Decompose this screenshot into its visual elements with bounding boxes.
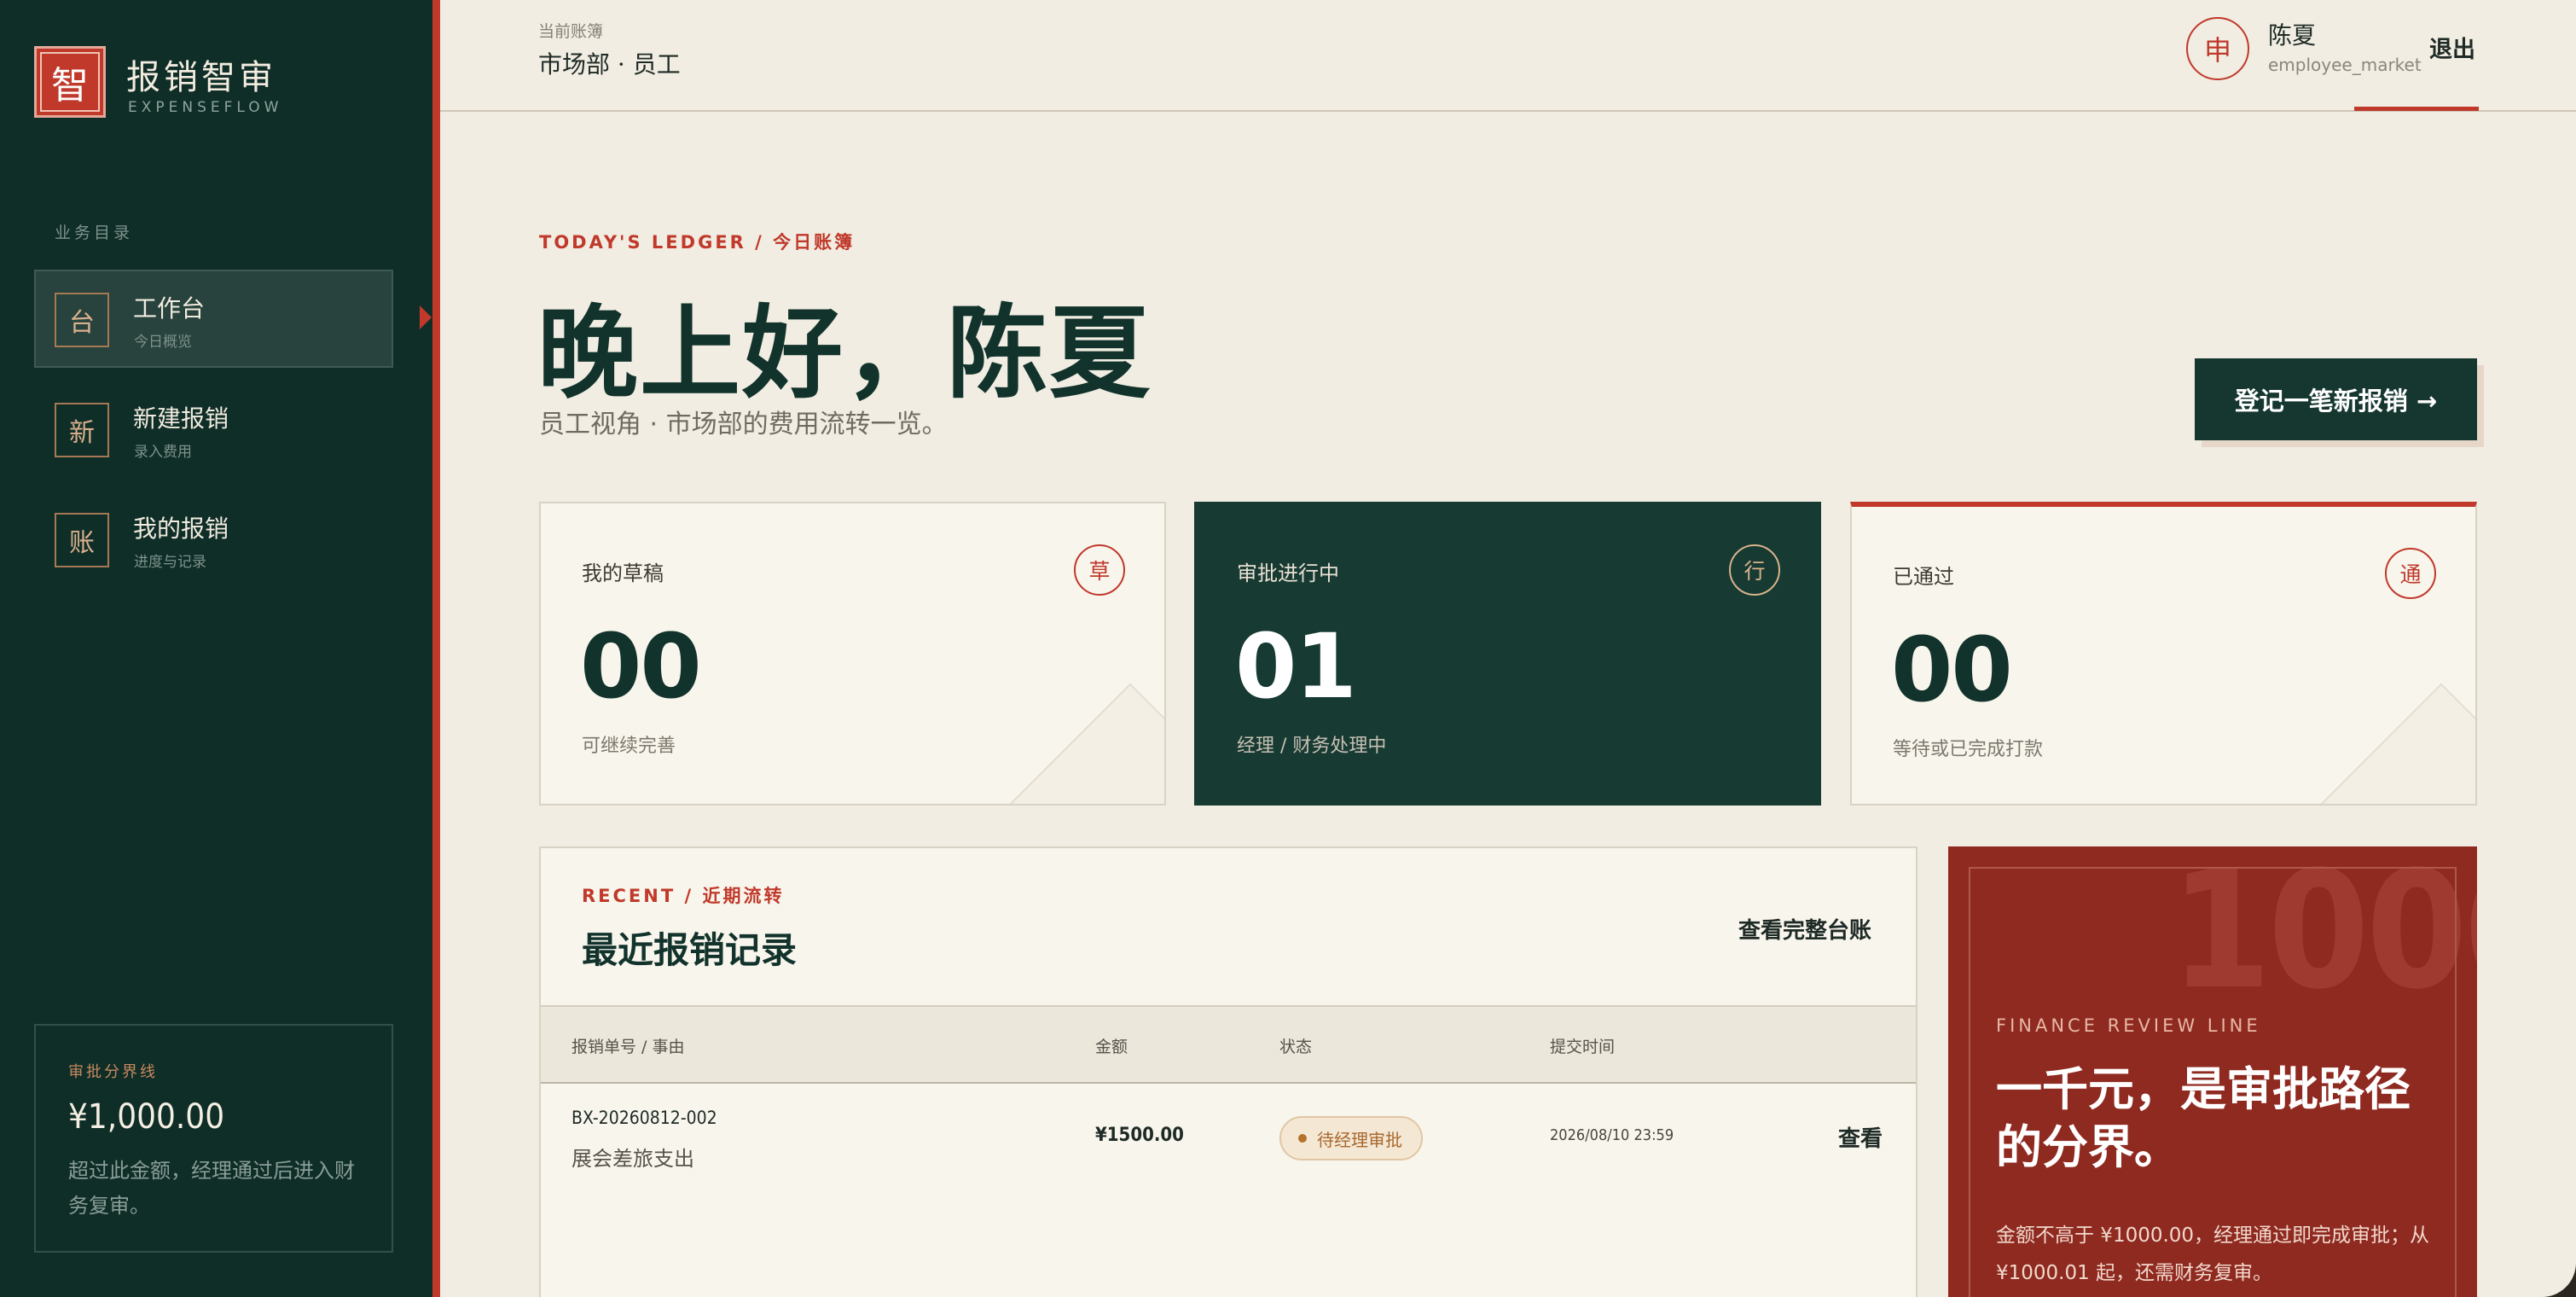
stat-card-title: 已通过	[1893, 565, 1954, 589]
recent-eyebrow: RECENT / 近期流转	[582, 886, 785, 906]
new-expense-button[interactable]: 登记一笔新报销 →	[2195, 358, 2477, 440]
column-header-time: 提交时间	[1550, 1038, 1616, 1056]
hero-eyebrow: TODAY'S LEDGER / 今日账簿	[539, 232, 856, 253]
in-progress-badge-icon: 行	[1729, 544, 1780, 596]
submit-time: 2026/08/10 23:59	[1550, 1126, 1674, 1144]
workbench-icon: 台	[55, 293, 109, 347]
stat-card-drafts[interactable]: 我的草稿 草 00 可继续完善	[539, 502, 1166, 806]
new-expense-icon: 新	[55, 403, 109, 457]
column-header-number: 报销单号 / 事由	[571, 1038, 685, 1056]
view-full-ledger-link[interactable]: 查看完整台账	[1738, 913, 1871, 945]
sidebar: 智 报销智审 EXPENSEFLOW 业务目录 台 工作台 今日概览 新 新建报…	[0, 0, 432, 1297]
expense-reason: 展会差旅支出	[571, 1147, 694, 1171]
logout-button[interactable]: 退出	[2429, 31, 2475, 64]
sidebar-item-new-expense[interactable]: 新 新建报销 录入费用	[34, 380, 393, 478]
card-decoration	[2320, 683, 2475, 804]
column-header-status: 状态	[1279, 1038, 1313, 1056]
stat-card-title: 我的草稿	[582, 561, 664, 585]
hero-subtitle: 员工视角 · 市场部的费用流转一览。	[539, 410, 948, 439]
threshold-description: 超过此金额，经理通过后进入财务复审。	[68, 1159, 355, 1218]
recent-title: 最近报销记录	[582, 929, 798, 971]
stat-card-value: 00	[580, 614, 702, 718]
card-decoration	[1009, 683, 1164, 804]
brand-subtitle: EXPENSEFLOW	[128, 99, 283, 116]
brand-name: 报销智审	[126, 58, 276, 97]
user-id: employee_market	[2268, 55, 2422, 75]
expense-amount: ¥1500.00	[1095, 1125, 1184, 1146]
page-title: 晚上好，陈夏	[537, 294, 1152, 412]
sidebar-item-my-expenses[interactable]: 账 我的报销 进度与记录	[34, 490, 393, 588]
sidebar-item-sublabel: 进度与记录	[134, 554, 206, 571]
nav-heading: 业务目录	[55, 224, 134, 242]
sidebar-item-workbench[interactable]: 台 工作台 今日概览	[34, 270, 393, 368]
status-dot-icon	[1298, 1134, 1307, 1143]
finance-review-panel: 1000 FINANCE REVIEW LINE 一千元，是审批路径的分界。 金…	[1948, 846, 2477, 1297]
column-header-amount: 金额	[1095, 1038, 1128, 1056]
view-button[interactable]: 查看	[1838, 1121, 1883, 1153]
brand-seal-logo: 智	[34, 46, 106, 118]
account-name: 市场部 · 员工	[538, 50, 681, 79]
table-header: 报销单号 / 事由 金额 状态 提交时间	[541, 1005, 1916, 1084]
top-bar: 当前账簿 市场部 · 员工 申 陈夏 employee_market 退出	[440, 0, 2576, 112]
threshold-label: 审批分界线	[68, 1063, 158, 1081]
account-label: 当前账簿	[538, 22, 604, 41]
app-window: 智 报销智审 EXPENSEFLOW 业务目录 台 工作台 今日概览 新 新建报…	[0, 0, 2576, 1297]
sidebar-accent-bar	[432, 0, 440, 1297]
stat-card-value: 00	[1891, 618, 2013, 722]
brand[interactable]: 智 报销智审 EXPENSEFLOW	[34, 46, 409, 118]
user-name: 陈夏	[2268, 21, 2317, 49]
logout-underline	[2354, 107, 2479, 111]
review-description: 金额不高于 ¥1000.00，经理通过即完成审批；从 ¥1000.01 起，还需…	[1996, 1224, 2430, 1284]
review-label: FINANCE REVIEW LINE	[1996, 1015, 2261, 1036]
active-pointer-icon	[420, 305, 432, 329]
recent-records-panel: RECENT / 近期流转 最近报销记录 查看完整台账 报销单号 / 事由 金额…	[539, 846, 1917, 1297]
ledger-icon: 账	[55, 513, 109, 567]
approval-threshold-box: 审批分界线 ¥1,000.00 超过此金额，经理通过后进入财务复审。	[34, 1024, 393, 1253]
sidebar-item-label: 我的报销	[133, 515, 229, 543]
status-badge: 待经理审批	[1279, 1116, 1423, 1160]
stat-card-approved[interactable]: 已通过 通 00 等待或已完成打款	[1850, 502, 2477, 806]
sidebar-item-sublabel: 今日概览	[134, 334, 192, 351]
stat-card-note: 等待或已完成打款	[1893, 739, 2044, 760]
sidebar-item-sublabel: 录入费用	[134, 444, 192, 461]
draft-badge-icon: 草	[1074, 544, 1125, 596]
stat-card-in-progress[interactable]: 审批进行中 行 01 经理 / 财务处理中	[1194, 502, 1821, 806]
sidebar-item-label: 工作台	[133, 294, 206, 323]
avatar[interactable]: 申	[2186, 17, 2249, 80]
status-text: 待经理审批	[1317, 1129, 1402, 1150]
stat-card-note: 可继续完善	[582, 736, 676, 757]
sidebar-item-label: 新建报销	[133, 404, 229, 433]
review-title: 一千元，是审批路径的分界。	[1996, 1061, 2411, 1174]
approved-badge-icon: 通	[2385, 548, 2436, 599]
threshold-amount: ¥1,000.00	[68, 1097, 225, 1137]
stat-card-note: 经理 / 财务处理中	[1237, 736, 1387, 757]
stat-card-value: 01	[1235, 614, 1357, 718]
expense-number: BX-20260812-002	[571, 1108, 717, 1128]
stat-card-title: 审批进行中	[1237, 561, 1339, 585]
table-row[interactable]: BX-20260812-002 展会差旅支出 ¥1500.00 待经理审批 20…	[541, 1084, 1916, 1203]
